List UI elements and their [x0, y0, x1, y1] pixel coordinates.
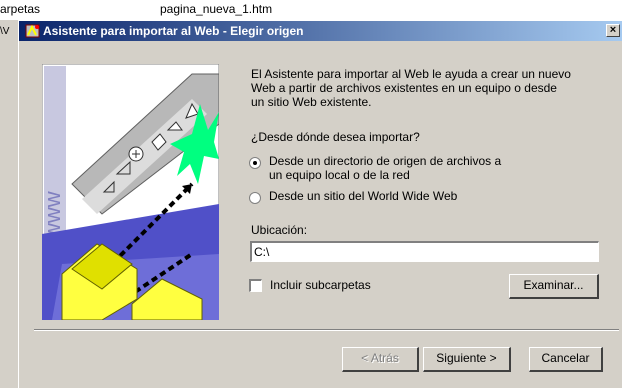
background-folder-label: arpetas	[0, 2, 41, 16]
radio-www-site[interactable]: Desde un sitio del World Wide Web	[249, 189, 457, 204]
radio-www-site-label: Desde un sitio del World Wide Web	[269, 189, 458, 203]
location-input[interactable]	[250, 241, 599, 262]
include-subfolders-checkbox[interactable]	[249, 278, 262, 292]
include-subfolders-checkbox-row[interactable]: Incluir subcarpetas	[249, 278, 371, 292]
background-file-label: pagina_nueva_1.htm	[160, 2, 273, 16]
radio-local-line1: Desde un directorio de origen de archivo…	[269, 154, 502, 168]
radio-button-unchecked[interactable]	[249, 192, 261, 204]
background-window: arpetas pagina_nueva_1.htm	[0, 0, 622, 20]
include-subfolders-label: Incluir subcarpetas	[270, 278, 371, 292]
radio-local-directory-label: Desde un directorio de origen de archivo…	[269, 154, 501, 182]
next-button[interactable]: Siguiente >	[423, 347, 511, 372]
window-title: Asistente para importar al Web - Elegir …	[43, 24, 304, 38]
radio-local-line2: un equipo local o de la red	[269, 168, 410, 182]
radio-local-directory[interactable]: Desde un directorio de origen de archivo…	[249, 154, 501, 182]
import-wizard-dialog: Asistente para importar al Web - Elegir …	[18, 20, 622, 388]
intro-text: El Asistente para importar al Web le ayu…	[251, 67, 571, 109]
browse-button[interactable]: Examinar...	[509, 274, 599, 299]
wizard-illustration: http://www	[42, 64, 219, 320]
close-button[interactable]: ×	[606, 24, 620, 37]
cancel-button[interactable]: Cancelar	[529, 347, 603, 372]
background-second-line: \V	[0, 26, 10, 37]
question-label: ¿Desde dónde desea importar?	[251, 130, 420, 144]
location-label: Ubicación:	[251, 223, 308, 237]
title-bar[interactable]: Asistente para importar al Web - Elegir …	[19, 21, 622, 41]
footer-separator	[34, 329, 619, 331]
back-button[interactable]: < Atrás	[342, 347, 419, 372]
radio-button-checked[interactable]	[249, 157, 261, 169]
frontpage-app-icon	[25, 24, 40, 38]
